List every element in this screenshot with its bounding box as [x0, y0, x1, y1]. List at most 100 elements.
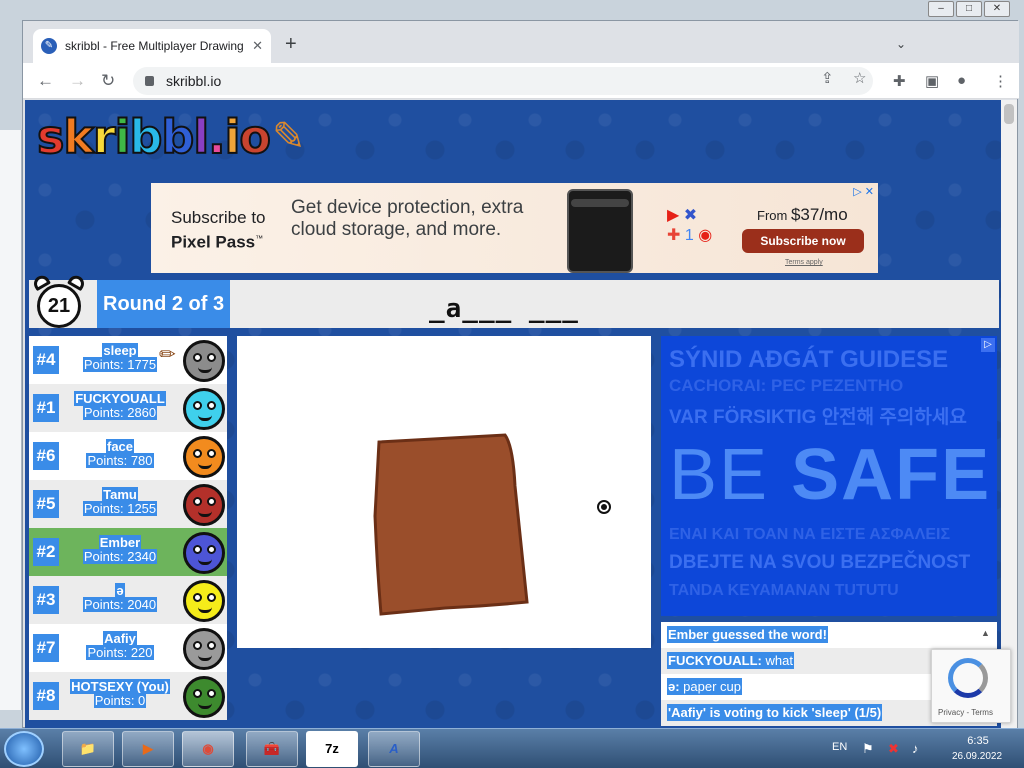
ad-line-7: TANDA KEYAMANAN TUTUTU	[669, 582, 899, 599]
round-indicator: Round 2 of 3	[97, 280, 231, 328]
tab-title: skribbl - Free Multiplayer Drawing	[65, 39, 244, 53]
tab-search-chevron-icon[interactable]: ⌄	[896, 37, 906, 51]
recaptcha-logo-icon	[948, 658, 988, 698]
player-list: #4 sleep Points: 1775 ✏ #1 FUCKYOUALL Points: …	[29, 336, 227, 720]
adchoices-icon[interactable]: ▷ ✕	[853, 185, 874, 198]
back-arrow-icon[interactable]: ←	[37, 71, 54, 91]
minimize-button[interactable]: –	[928, 1, 954, 17]
language-indicator[interactable]: EN	[832, 741, 847, 753]
drawn-brown-rectangle	[373, 433, 529, 616]
player-row[interactable]: #8 HOTSEXY (You) Points: 0	[29, 672, 227, 720]
recaptcha-links[interactable]: Privacy - Terms	[938, 708, 993, 717]
taskbar: 📁 ▶ ◉ 🧰 7z A EN ⚑ ✖ ♪ 6:35 26.09.2022	[0, 728, 1024, 768]
share-icon[interactable]: ⇪	[821, 69, 834, 87]
chat-text: paper cup	[679, 679, 741, 694]
player-name: HOTSEXY (You)	[70, 679, 170, 694]
logo-letter: .	[207, 109, 227, 165]
player-row[interactable]: #2 Ember Points: 2340	[29, 528, 227, 576]
be-safe-ad[interactable]: SÝNID AÐGÁT GUIDESE CACHORAI: PEC PEZENT…	[661, 336, 997, 616]
player-row[interactable]: #6 face Points: 780	[29, 432, 227, 480]
ad-line-6: DBEJTE NA SVOU BEZPEČNOST	[669, 552, 971, 573]
subscribe-now-button[interactable]: Subscribe now	[742, 229, 864, 253]
recaptcha-badge[interactable]: Privacy - Terms	[931, 649, 1011, 723]
logo-letter: b	[128, 109, 163, 165]
lock-icon	[145, 76, 154, 86]
player-name: FUCKYOUALL	[74, 391, 166, 406]
player-name: Aafiy	[103, 631, 137, 646]
drawing-canvas[interactable]	[237, 336, 651, 648]
pixel-pass-ad[interactable]: Subscribe to Pixel Pass™ Get device prot…	[151, 183, 878, 273]
canvas-drawing	[373, 433, 529, 616]
be-safe-headline: BE SAFE	[669, 435, 992, 515]
tray-network-icon[interactable]: ✖	[888, 741, 899, 757]
tab-skribbl[interactable]: ✎ skribbl - Free Multiplayer Drawing ✕	[33, 29, 271, 63]
side-panel-icon[interactable]: ▣	[925, 72, 939, 90]
player-row[interactable]: #5 Tamu Points: 1255	[29, 480, 227, 528]
taskbar-date[interactable]: 26.09.2022	[942, 751, 1012, 762]
player-info: FUCKYOUALL Points: 2860	[65, 391, 175, 420]
app-icons: ▶ ✖ ✚ 1 ◉	[667, 207, 713, 244]
player-info: Tamu Points: 1255	[65, 487, 175, 516]
address-bar[interactable]: skribbl.io	[133, 67, 873, 95]
ad-close-icon[interactable]: ▷	[981, 338, 995, 352]
font-app-taskbar-icon[interactable]: A	[368, 731, 420, 767]
player-info: Ember Points: 2340	[65, 535, 175, 564]
chat-scroll-up-icon[interactable]: ▲	[981, 628, 990, 638]
player-avatar	[183, 436, 225, 478]
tray-action-center-icon[interactable]: ⚑	[862, 741, 874, 757]
ad-price: From $37/mo	[757, 205, 848, 224]
player-points: Points: 1255	[82, 501, 158, 516]
new-tab-button[interactable]: +	[285, 33, 297, 56]
close-window-button[interactable]: ✕	[984, 1, 1010, 17]
ad-subscribe-text: Subscribe to Pixel Pass™	[171, 208, 266, 252]
start-button[interactable]	[4, 731, 44, 767]
player-points: Points: 2040	[82, 597, 158, 612]
media-player-taskbar-icon[interactable]: ▶	[122, 731, 174, 767]
logo-letter: i	[224, 109, 242, 165]
bookmark-star-icon[interactable]: ☆	[853, 69, 866, 87]
player-info: ə Points: 2040	[65, 583, 175, 612]
chrome-taskbar-icon[interactable]: ◉	[182, 731, 234, 767]
logo-letter: o	[238, 109, 272, 165]
player-rank: #7	[33, 634, 59, 662]
player-rank: #1	[33, 394, 59, 422]
player-rank: #6	[33, 442, 59, 470]
player-avatar	[183, 580, 225, 622]
profile-avatar-icon[interactable]: ●	[957, 72, 966, 89]
chat-text: 'Aafiy' is voting to kick 'sleep' (1/5)	[668, 705, 882, 720]
player-row[interactable]: #3 ə Points: 2040	[29, 576, 227, 624]
player-rank: #8	[33, 682, 59, 710]
forward-arrow-icon[interactable]: →	[69, 71, 86, 91]
logo-letter: k	[62, 109, 95, 165]
taskbar-time[interactable]: 6:35	[958, 735, 998, 747]
explorer-taskbar-icon[interactable]: 📁	[62, 731, 114, 767]
player-row[interactable]: #1 FUCKYOUALL Points: 2860	[29, 384, 227, 432]
tab-strip: ✎ skribbl - Free Multiplayer Drawing ✕ +…	[23, 21, 1019, 63]
browser-window: – □ ✕ ✎ skribbl - Free Multiplayer Drawi…	[22, 1, 1019, 728]
player-row[interactable]: #4 sleep Points: 1775 ✏	[29, 336, 227, 384]
7zip-taskbar-icon[interactable]: 7z	[306, 731, 358, 767]
terms-link[interactable]: Terms apply	[785, 259, 823, 266]
player-rank: #4	[33, 346, 59, 374]
player-points: Points: 780	[86, 453, 154, 468]
page-scrollbar[interactable]	[1001, 100, 1017, 728]
skribbl-favicon-icon: ✎	[41, 38, 57, 54]
player-points: Points: 0	[93, 693, 147, 708]
player-avatar	[183, 532, 225, 574]
player-rank: #2	[33, 538, 59, 566]
tray-volume-icon[interactable]: ♪	[912, 741, 919, 756]
player-avatar	[183, 628, 225, 670]
ad-line-2: CACHORAI: PEC PEZENTHO	[669, 376, 904, 395]
tab-close-icon[interactable]: ✕	[252, 38, 263, 54]
player-row[interactable]: #7 Aafiy Points: 220	[29, 624, 227, 672]
player-info: face Points: 780	[65, 439, 175, 468]
player-info: Aafiy Points: 220	[65, 631, 175, 660]
reload-icon[interactable]: ↻	[101, 71, 115, 91]
extensions-puzzle-icon[interactable]: ✚	[893, 72, 906, 90]
player-name: Ember	[98, 535, 142, 550]
menu-kebab-icon[interactable]: ⋮	[993, 72, 1008, 90]
alarm-clock-icon: 21	[29, 272, 91, 330]
archive-taskbar-icon[interactable]: 🧰	[246, 731, 298, 767]
maximize-button[interactable]: □	[956, 1, 982, 17]
timer-value: 21	[37, 284, 81, 328]
